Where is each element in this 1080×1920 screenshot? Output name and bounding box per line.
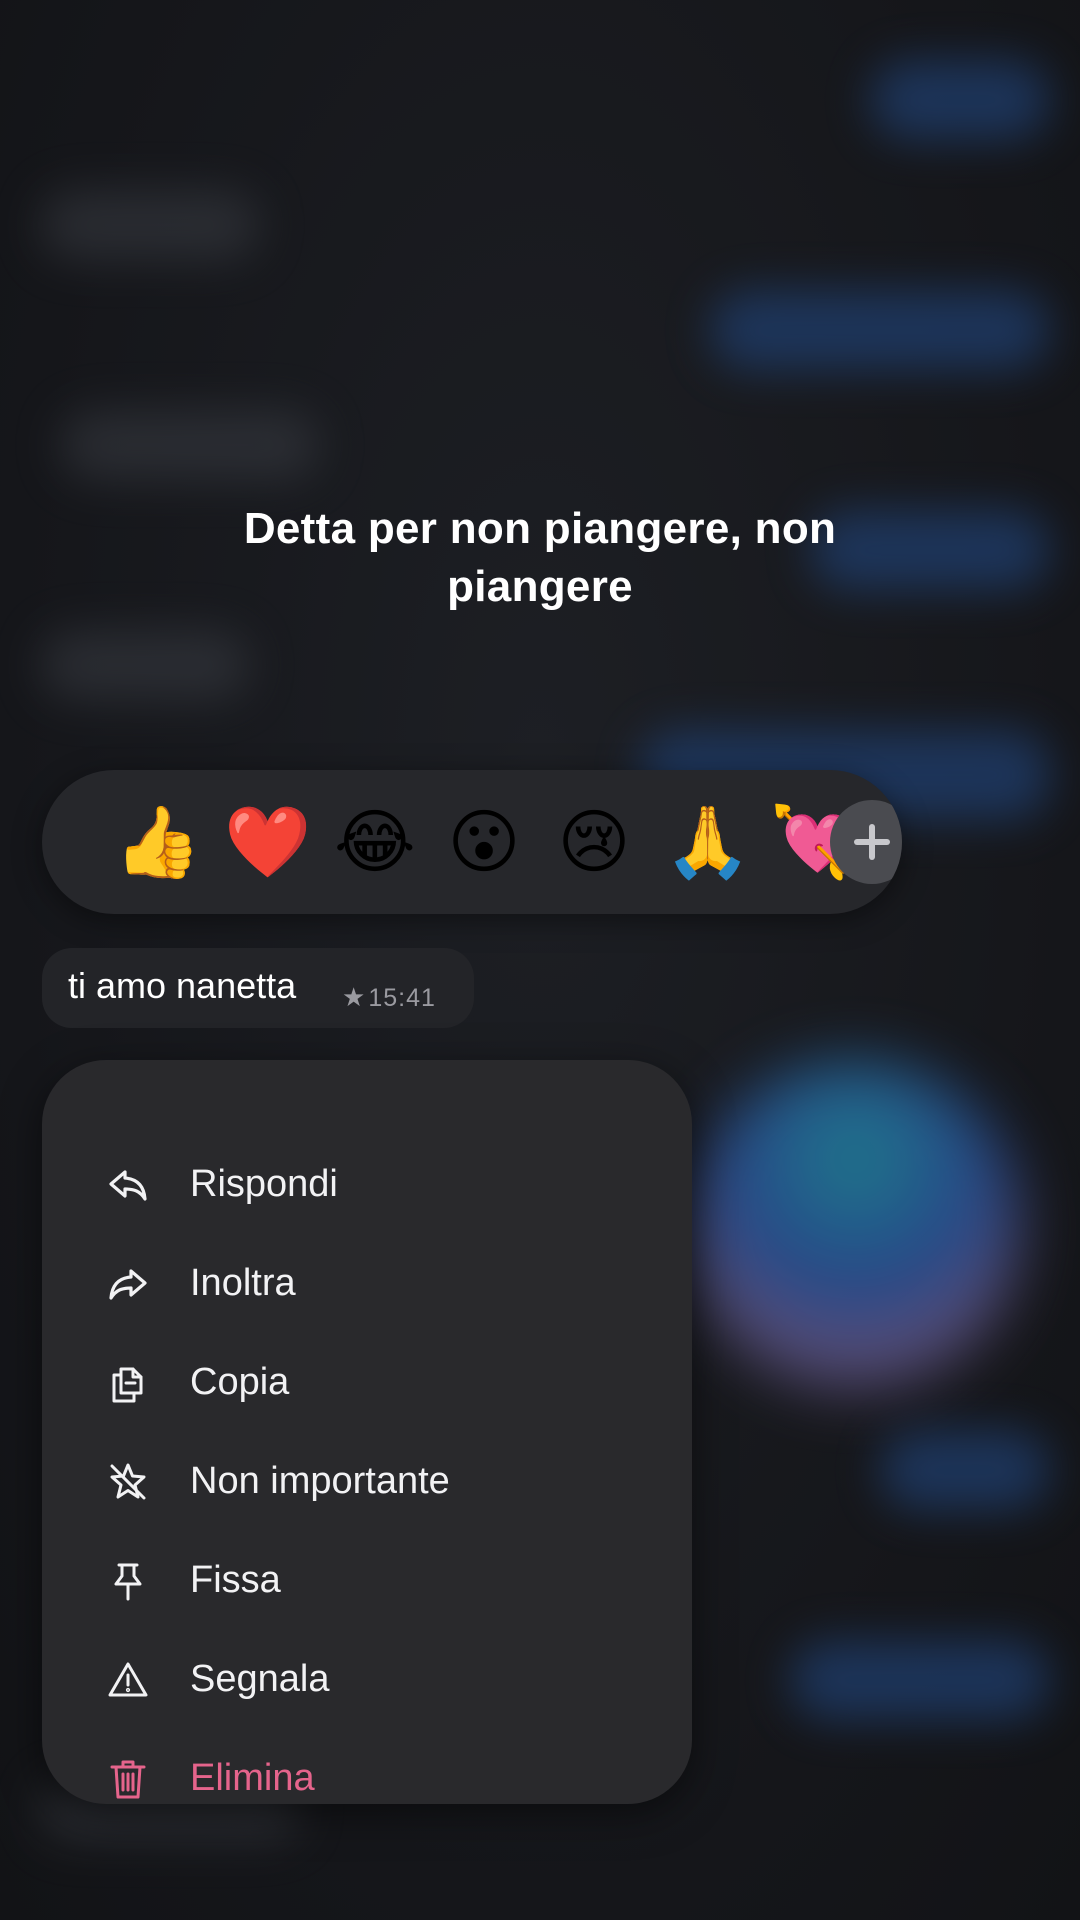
menu-item-unstar[interactable]: Non importante xyxy=(42,1432,692,1531)
reaction-thumbs-up[interactable]: 👍 xyxy=(114,802,201,882)
message-meta: ★15:41 xyxy=(342,982,436,1013)
menu-label-copy: Copia xyxy=(190,1361,290,1403)
menu-item-report[interactable]: Segnala xyxy=(42,1630,692,1729)
screen: Detta per non piangere, non piangere 👍 ❤… xyxy=(0,0,1080,1920)
reaction-open-mouth[interactable]: 😮 xyxy=(444,802,524,882)
menu-item-copy[interactable]: Copia xyxy=(42,1333,692,1432)
message-context-menu: Rispondi Inoltra Copia Non importante Fi… xyxy=(42,1060,692,1804)
menu-label-reply: Rispondi xyxy=(190,1163,338,1205)
message-text: ti amo nanetta xyxy=(68,965,297,1006)
copy-icon xyxy=(106,1361,150,1405)
star-icon: ★ xyxy=(342,982,367,1012)
menu-item-pin[interactable]: Fissa xyxy=(42,1531,692,1630)
menu-label-report: Segnala xyxy=(190,1658,330,1700)
reaction-bar: 👍 ❤️ 😂 😮 😢 🙏 💘 xyxy=(42,770,902,914)
reply-icon xyxy=(106,1163,150,1207)
menu-label-forward: Inoltra xyxy=(190,1262,296,1304)
menu-item-forward[interactable]: Inoltra xyxy=(42,1234,692,1333)
reaction-tears-of-joy[interactable]: 😂 xyxy=(334,802,416,882)
forward-icon xyxy=(106,1262,150,1306)
menu-label-pin: Fissa xyxy=(190,1559,281,1601)
song-title: Detta per non piangere, non piangere xyxy=(243,504,837,611)
pin-icon xyxy=(106,1559,150,1603)
menu-item-reply[interactable]: Rispondi xyxy=(42,1135,692,1234)
menu-label-unstar: Non importante xyxy=(190,1460,450,1502)
menu-label-delete: Elimina xyxy=(190,1757,315,1799)
menu-item-delete[interactable]: Elimina xyxy=(42,1729,692,1804)
message-bubble[interactable]: ti amo nanetta ★15:41 xyxy=(42,948,474,1028)
reaction-red-heart[interactable]: ❤️ xyxy=(224,802,311,882)
reaction-crying-face[interactable]: 😢 xyxy=(554,802,634,882)
unstar-icon xyxy=(106,1460,150,1504)
trash-icon xyxy=(106,1757,150,1801)
warning-icon xyxy=(106,1658,150,1702)
reaction-folded-hands[interactable]: 🙏 xyxy=(664,802,751,882)
message-time: 15:41 xyxy=(368,984,436,1012)
